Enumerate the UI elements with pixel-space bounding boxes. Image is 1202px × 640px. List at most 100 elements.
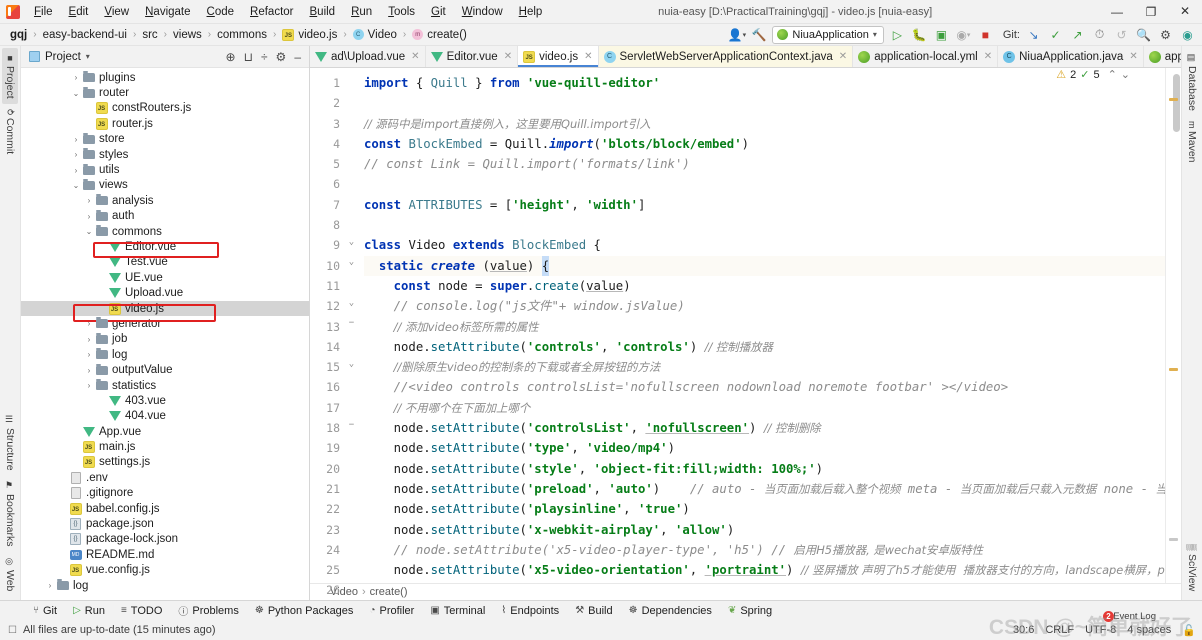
chevron-right-icon[interactable]: › [44,581,56,590]
code-folding-gutter[interactable]: ⌄ ⌄ ⌄ − ⌄ − [346,68,358,583]
tree-item-app-vue[interactable]: App.vue [21,424,309,439]
tree-item-upload-vue[interactable]: Upload.vue [21,285,309,300]
menu-git[interactable]: Git [423,3,454,21]
menu-refactor[interactable]: Refactor [242,3,301,21]
git-push-icon[interactable]: ↗ [1069,26,1086,43]
tree-item-generator[interactable]: ›generator [21,316,309,331]
tree-item-vue-config-js[interactable]: JSvue.config.js [21,563,309,578]
code-editor[interactable]: 1234567891011121314151617181920212223242… [310,68,1181,583]
editor-tab-servletwebserverapplicationcontext-java[interactable]: CServletWebServerApplicationContext.java… [599,46,854,67]
git-rollback-icon[interactable]: ↺ [1113,26,1130,43]
chevron-right-icon[interactable]: › [83,335,95,344]
ai-assistant-icon[interactable]: ◉ [1179,26,1196,43]
tree-item-commons[interactable]: ⌄commons [21,224,309,239]
code-line[interactable]: node.setAttribute('controlsList', 'noful… [364,418,1181,438]
breadcrumb-item-views[interactable]: views [171,29,204,41]
code-line[interactable]: node.setAttribute('style', 'object-fit:f… [364,459,1181,479]
menu-build[interactable]: Build [302,3,344,21]
run-configuration-selector[interactable]: NiuaApplication ▾ [772,26,883,44]
code-line[interactable]: node.setAttribute('playsinline', 'true') [364,499,1181,519]
tree-item-settings-js[interactable]: JSsettings.js [21,455,309,470]
file-encoding[interactable]: UTF-8 [1085,624,1116,636]
breadcrumb-item-src[interactable]: src [140,29,159,41]
chevron-right-icon[interactable]: › [70,166,82,175]
code-line[interactable]: node.setAttribute('x-webkit-airplay', 'a… [364,520,1181,540]
inspection-sidebar[interactable] [1165,68,1181,583]
chevron-down-icon[interactable]: ⌄ [70,181,82,190]
locate-file-icon[interactable]: ⊕ [226,50,236,64]
code-line[interactable]: // console.log("js文件"+ window.jsValue) [364,296,1181,316]
tree-item-test-vue[interactable]: Test.vue [21,255,309,270]
tree-item-job[interactable]: ›job [21,332,309,347]
hammer-build-icon[interactable]: 🔨 [750,26,767,43]
tree-item-plugins[interactable]: ›plugins [21,70,309,85]
tree-item-ue-vue[interactable]: UE.vue [21,270,309,285]
event-log-label[interactable]: Event Log [1113,611,1156,622]
stop-icon[interactable]: ■ [977,26,994,43]
tree-item-statistics[interactable]: ›statistics [21,378,309,393]
editor-tab-video-js[interactable]: JSvideo.js✕ [518,46,598,67]
code-line[interactable]: // 添加video标签所需的属性 [364,317,1181,337]
editor-tab-application-yml[interactable]: application.yml✕ [1144,46,1181,67]
code-line[interactable]: // 不用哪个在下面加上哪个 [364,398,1181,418]
tool-tab-database[interactable]: ▤Database [1184,48,1200,116]
close-tab-icon[interactable]: ✕ [584,51,592,62]
close-tab-icon[interactable]: ✕ [1129,51,1137,62]
editor-tab-editor-vue[interactable]: Editor.vue✕ [426,46,519,67]
project-panel-title[interactable]: Project ▾ [25,51,90,63]
tree-item-readme-md[interactable]: MDREADME.md [21,547,309,562]
tool-tab-project[interactable]: ■Project [2,48,18,104]
code-line[interactable]: node.setAttribute('controls', 'controls'… [364,337,1181,357]
tree-item--gitignore[interactable]: .gitignore [21,486,309,501]
code-line[interactable] [364,174,1181,194]
tree-item-router-js[interactable]: JSrouter.js [21,116,309,131]
tree-item-video-js[interactable]: JSvideo.js [21,301,309,316]
tree-item-analysis[interactable]: ›analysis [21,193,309,208]
tool-window-todo[interactable]: ≡TODO [114,603,169,619]
code-breadcrumb-item[interactable]: create() [370,586,408,598]
code-line[interactable]: //<video controls controlsList='nofullsc… [364,377,1181,397]
tool-tab-web[interactable]: ◎Web [2,552,18,596]
settings-gear-icon[interactable]: ⚙ [276,50,287,64]
chevron-right-icon[interactable]: › [70,135,82,144]
maximize-button[interactable]: ❐ [1134,0,1168,24]
tree-item-constrouters-js[interactable]: JSconstRouters.js [21,101,309,116]
tool-window-terminal[interactable]: ▣Terminal [423,603,492,619]
run-icon[interactable]: ▷ [889,26,906,43]
editor-tab-niuaapplication-java[interactable]: CNiuaApplication.java✕ [998,46,1144,67]
editor-scrollbar[interactable] [1173,74,1180,132]
fold-marker-icon[interactable]: ⌄ [347,360,356,369]
tree-item-404-vue[interactable]: 404.vue [21,409,309,424]
close-tab-icon[interactable]: ✕ [839,51,847,62]
breadcrumb-item-easy-backend-ui[interactable]: easy-backend-ui [41,29,129,41]
close-tab-icon[interactable]: ✕ [504,51,512,62]
tool-window-run[interactable]: ▷Run [66,603,112,619]
chevron-right-icon[interactable]: › [83,319,95,328]
breadcrumb-item-video[interactable]: CVideo [351,29,399,41]
expand-all-icon[interactable]: ⊔ [244,50,253,64]
tree-item-log[interactable]: ›log [21,578,309,593]
run-coverage-icon[interactable]: ▣ [933,26,950,43]
next-problem-icon[interactable]: ⌄ [1121,68,1130,81]
fold-marker-icon[interactable]: ⌄ [347,258,356,267]
tool-window-endpoints[interactable]: ⌇Endpoints [494,603,566,619]
tool-window-dependencies[interactable]: ☸Dependencies [622,603,719,619]
tool-window-python-packages[interactable]: ☸Python Packages [248,603,361,619]
fold-marker-icon[interactable]: − [347,319,356,328]
collapse-all-icon[interactable]: ÷ [261,50,268,64]
chevron-right-icon[interactable]: › [70,73,82,82]
menu-edit[interactable]: Edit [61,3,97,21]
code-line[interactable]: //删除原生video的控制条的下载或者全屏按钮的方法 [364,357,1181,377]
previous-problem-icon[interactable]: ⌃ [1108,68,1117,81]
minimize-button[interactable]: — [1100,0,1134,24]
menu-tools[interactable]: Tools [380,3,423,21]
git-history-icon[interactable]: ⏱ [1091,26,1108,43]
code-line[interactable]: class Video extends BlockEmbed { [364,235,1181,255]
chevron-right-icon[interactable]: › [83,381,95,390]
code-line[interactable]: const ATTRIBUTES = ['height', 'width'] [364,195,1181,215]
tree-item-package-lock-json[interactable]: {}package-lock.json [21,532,309,547]
code-line[interactable]: node.setAttribute('preload', 'auto') // … [364,479,1181,499]
close-button[interactable]: ✕ [1168,0,1202,24]
tool-window-build[interactable]: ⚒Build [568,603,619,619]
menu-help[interactable]: Help [511,3,551,21]
